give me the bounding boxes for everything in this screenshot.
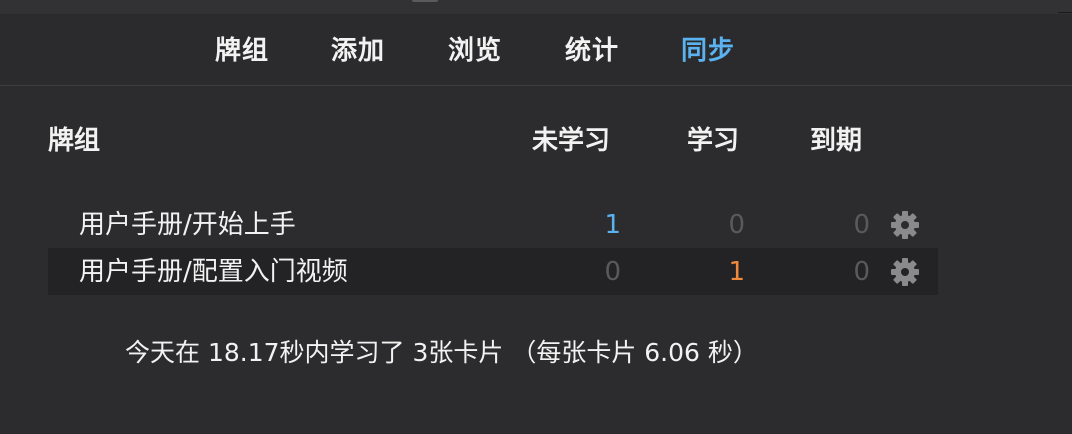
new-count: 0 [604,257,621,287]
learn-count: 1 [728,257,745,287]
window-titlebar [0,0,1072,14]
deck-name-link[interactable]: 用户手册/配置入门视频 [79,255,348,289]
header-deck: 牌组 [48,126,101,156]
nav-sync[interactable]: 同步 [681,34,735,68]
window-title-fragment [412,0,438,2]
top-navigation: 牌组 添加 浏览 统计 同步 [0,14,1072,86]
deck-row: 用户手册/开始上手 1 0 0 [48,201,938,248]
new-count: 1 [604,210,621,240]
deck-row: 用户手册/配置入门视频 0 1 0 [48,248,938,295]
deck-browser: 牌组 未学习 学习 到期 用户手册/开始上手 1 0 0 用户手册/配置入门视频… [0,86,1072,434]
header-learn: 学习 [687,126,740,156]
nav-add[interactable]: 添加 [331,34,385,68]
gear-icon[interactable] [888,210,922,240]
studied-today-summary: 今天在 18.17秒内学习了 3张卡片 （每张卡片 6.06 秒） [125,338,758,367]
titlebar-divider [1058,12,1072,13]
due-count: 0 [853,257,870,287]
nav-decks[interactable]: 牌组 [215,34,269,68]
header-new: 未学习 [532,126,611,156]
gear-icon[interactable] [888,257,922,287]
deck-name-link[interactable]: 用户手册/开始上手 [79,208,296,242]
nav-browse[interactable]: 浏览 [448,34,502,68]
due-count: 0 [853,210,870,240]
nav-stats[interactable]: 统计 [565,34,619,68]
learn-count: 0 [728,210,745,240]
header-due: 到期 [810,126,863,156]
